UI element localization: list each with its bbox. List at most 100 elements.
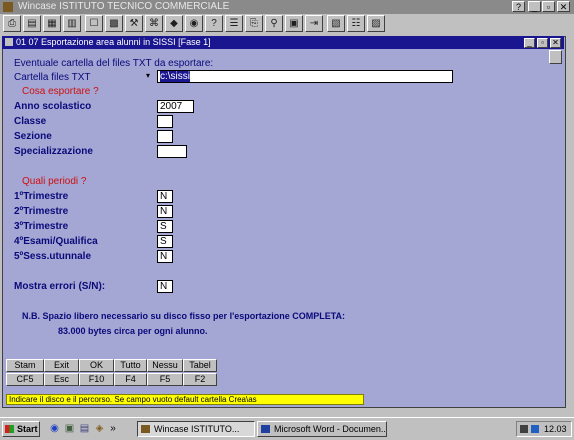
disk-toolbar-button[interactable]: ◉ [185, 15, 203, 32]
dropdown-arrow-icon[interactable]: ▾ [146, 71, 150, 80]
window-titlebar: 01 07 Esportazione area alunni in SISSI … [2, 36, 564, 49]
f5-key[interactable]: F5 [147, 373, 183, 386]
desktop-icon[interactable]: ▣ [63, 422, 76, 435]
table-icon: ▩ [109, 18, 119, 29]
chart-icon: ▨ [371, 18, 381, 29]
clock: 12.03 [544, 424, 567, 434]
select-icon: ▧ [331, 18, 341, 29]
binoculars-icon: ⚲ [270, 18, 278, 29]
period-field[interactable]: N [157, 205, 173, 218]
help-query-icon: ? [211, 18, 217, 29]
period-label: 2ºTrimestre [14, 206, 69, 217]
f4-key[interactable]: F4 [114, 373, 147, 386]
doc-icon: ☐ [89, 18, 99, 29]
help-button[interactable]: ? [512, 1, 525, 12]
system-tray: 12.03 [516, 421, 572, 437]
copy-icon: ⎘ [250, 18, 258, 29]
period-field[interactable]: N [157, 190, 173, 203]
list-icon: ▦ [47, 18, 57, 29]
windows-logo-icon [5, 425, 14, 433]
scrollbar-up[interactable] [549, 50, 562, 64]
note-line-2: 83.000 bytes circa per ogni alunno. [58, 326, 208, 336]
specializzazione-label: Specializzazione [14, 146, 93, 157]
chart-toolbar-button[interactable]: ▨ [367, 15, 385, 32]
tools-icon: ⚒ [129, 18, 139, 29]
network-toolbar-button[interactable]: ⌘ [145, 15, 163, 32]
app-icon [3, 2, 13, 12]
taskbar: Start ◉ ▣ ▤ ◈ » Wincase ISTITUTO... Micr… [0, 417, 574, 440]
more-icon[interactable]: » [108, 422, 118, 435]
specializzazione-field[interactable] [157, 145, 187, 158]
period-label: 1ºTrimestre [14, 191, 69, 202]
period-field[interactable]: N [157, 250, 173, 263]
task-word[interactable]: Microsoft Word - Documen... [257, 421, 387, 437]
help-query-toolbar-button[interactable]: ? [205, 15, 223, 32]
print-toolbar-button[interactable]: ⎙ [3, 15, 21, 32]
menu-toolbar-button[interactable]: ☰ [225, 15, 243, 32]
copy2-toolbar-button[interactable]: ▣ [285, 15, 303, 32]
speaker-icon[interactable] [520, 425, 528, 433]
period-field[interactable]: S [157, 235, 173, 248]
task-label: Wincase ISTITUTO... [154, 424, 240, 434]
ie-icon[interactable]: ◉ [48, 422, 61, 435]
exit-toolbar-button[interactable]: ⇥ [305, 15, 323, 32]
window-minimize-button[interactable]: _ [524, 38, 535, 48]
close-button[interactable]: ✕ [557, 1, 570, 12]
select-toolbar-button[interactable]: ▧ [327, 15, 345, 32]
menu-icon: ☰ [229, 18, 239, 29]
f10-key[interactable]: F10 [79, 373, 114, 386]
app-titlebar: Wincase ISTITUTO TECNICO COMMERCIALE ? _… [0, 0, 574, 14]
outlook-icon[interactable]: ▤ [78, 422, 91, 435]
folder-icon: ▥ [67, 18, 77, 29]
settings-toolbar-button[interactable]: ☷ [347, 15, 365, 32]
errors-label: Mostra errori (S/N): [14, 281, 106, 292]
wincase-icon [141, 425, 150, 433]
stam-button[interactable]: Stam [6, 359, 44, 372]
errors-field[interactable]: N [157, 280, 173, 293]
task-wincase[interactable]: Wincase ISTITUTO... [137, 421, 255, 437]
toolbar: ⎙ ▤ ▦ ▥ ☐ ▩ ⚒ ⌘ ◆ ◉? ☰ ⎘ ⚲ ▣ ⇥ ▧ ☷ ▨ [0, 14, 574, 35]
folder-toolbar-button[interactable]: ▥ [63, 15, 81, 32]
eraser-icon: ◆ [170, 18, 178, 29]
folder-field[interactable]: c:\sissi [157, 70, 453, 83]
window-close-button[interactable]: ✕ [550, 38, 561, 48]
section-periods: Quali periodi ? [22, 176, 87, 187]
binoculars-toolbar-button[interactable]: ⚲ [265, 15, 283, 32]
doc-toolbar-button[interactable]: ☐ [85, 15, 103, 32]
esc-key[interactable]: Esc [44, 373, 79, 386]
table-toolbar-button[interactable]: ▩ [105, 15, 123, 32]
cf5-key[interactable]: CF5 [6, 373, 44, 386]
list-toolbar-button[interactable]: ▦ [43, 15, 61, 32]
network-icon: ⌘ [149, 18, 159, 29]
tabel-button[interactable]: Tabel [183, 359, 217, 372]
period-label: 5ºSess.utunnale [14, 251, 92, 262]
period-field[interactable]: S [157, 220, 173, 233]
copy-toolbar-button[interactable]: ⎘ [245, 15, 263, 32]
open-icon: ▤ [27, 18, 37, 29]
start-button[interactable]: Start [2, 421, 40, 437]
sezione-field[interactable] [157, 130, 173, 143]
f2-key[interactable]: F2 [183, 373, 217, 386]
window-title: 01 07 Esportazione area alunni in SISSI … [16, 37, 211, 47]
tutto-button[interactable]: Tutto [114, 359, 147, 372]
ok-button[interactable]: OK [79, 359, 114, 372]
window-maximize-button[interactable]: ▫ [537, 38, 548, 48]
anno-label: Anno scolastico [14, 101, 92, 112]
tools-toolbar-button[interactable]: ⚒ [125, 15, 143, 32]
nessu-button[interactable]: Nessu [147, 359, 183, 372]
copy2-icon: ▣ [289, 18, 299, 29]
open-toolbar-button[interactable]: ▤ [23, 15, 41, 32]
word-icon [261, 425, 270, 433]
classe-field[interactable] [157, 115, 173, 128]
classe-label: Classe [14, 116, 47, 127]
exit-button[interactable]: Exit [44, 359, 79, 372]
task-label: Microsoft Word - Documen... [274, 424, 387, 434]
anno-field[interactable]: 2007 [157, 100, 194, 113]
maximize-button[interactable]: ▫ [542, 1, 555, 12]
network-icon[interactable] [531, 425, 539, 433]
eraser-toolbar-button[interactable]: ◆ [165, 15, 183, 32]
period-label: 4ºEsami/Qualifica [14, 236, 98, 247]
channel-icon[interactable]: ◈ [93, 422, 106, 435]
minimize-button[interactable]: _ [528, 1, 541, 12]
window-icon [5, 38, 13, 46]
